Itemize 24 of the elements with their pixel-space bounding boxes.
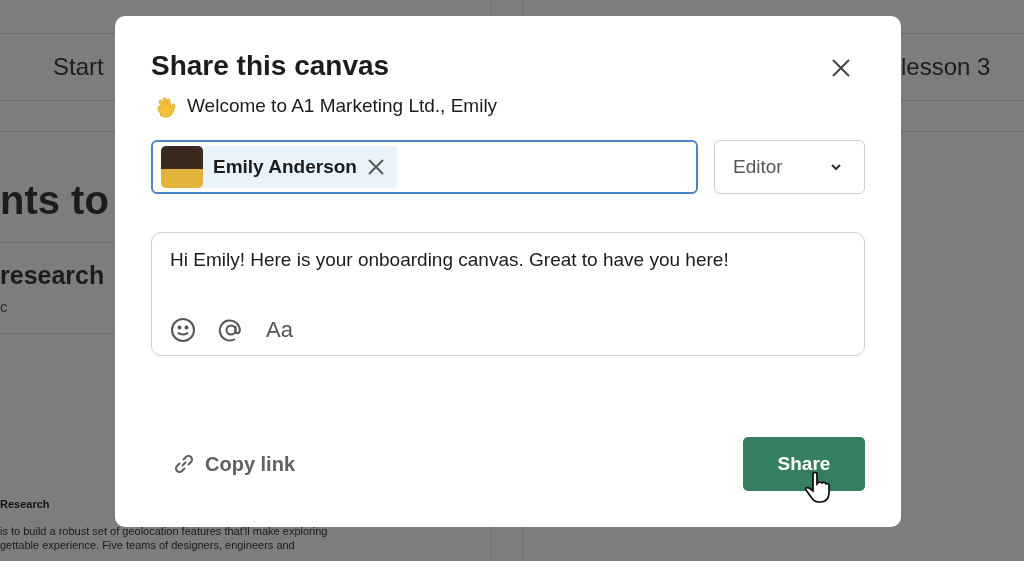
photo-placeholder [161,146,203,188]
tab-title: lesson 3 [901,53,991,81]
message-text: Hi Emily! Here is your onboarding canvas. Great to have you here! [170,249,730,271]
section-meta: c [0,298,8,315]
message-field[interactable]: Hi Emily! Here is your onboarding canvas. Great to have you here! Aa [151,232,865,356]
remove-icon[interactable] [366,158,385,176]
role-select[interactable]: Editor [714,140,865,194]
dialog-subtitle: Welcome to A1 Marketing Ltd., Emily [187,95,498,117]
section-title: research [0,261,105,290]
chevron-down-icon [830,163,842,171]
format-button[interactable]: Aa [266,317,293,343]
recipient-name: Emily Anderson [213,156,357,178]
waving-hand-icon [155,94,179,118]
share-button[interactable]: Share [743,437,865,491]
recipient-field[interactable]: Emily Anderson [151,140,698,194]
document-text: is to build a robust set of geolocation features that'll make exploring [0,524,328,538]
emoji-button[interactable] [170,317,196,343]
document-title: Research [0,498,50,510]
mention-button[interactable] [218,317,244,343]
document-text: gettable experience. Five teams of designers, engineers and [0,538,296,552]
dialog-title: Share this canvas [151,50,390,82]
tab-title: Start [53,53,104,81]
copy-link-button[interactable]: Copy link [151,451,295,477]
page-heading: nts to [0,177,110,224]
